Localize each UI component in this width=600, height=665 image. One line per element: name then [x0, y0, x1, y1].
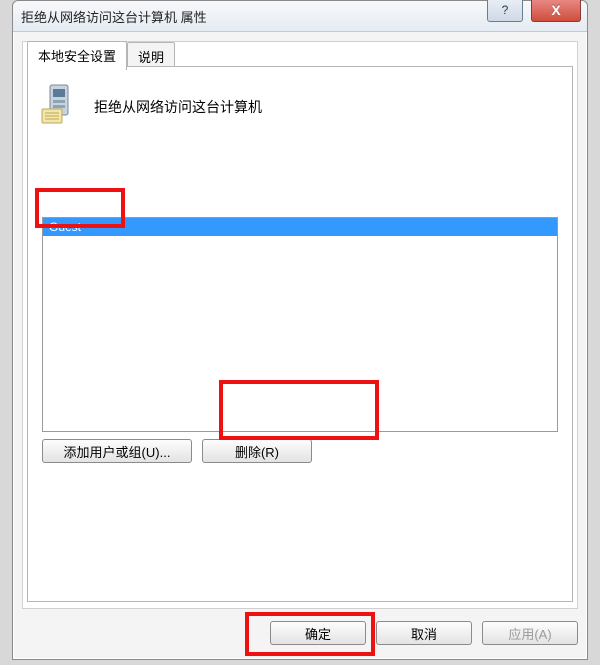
tab-local-security[interactable]: 本地安全设置 [27, 41, 127, 70]
window-buttons: ? X [487, 0, 581, 22]
button-label: 删除(R) [235, 442, 279, 461]
window-title: 拒绝从网络访问这台计算机 属性 [21, 7, 207, 26]
policy-header: 拒绝从网络访问这台计算机 [40, 83, 262, 130]
help-button[interactable]: ? [487, 0, 523, 22]
button-label: 确定 [305, 624, 331, 643]
close-button[interactable]: X [531, 0, 581, 22]
apply-button[interactable]: 应用(A) [482, 621, 578, 645]
ok-button[interactable]: 确定 [270, 621, 366, 645]
policy-title: 拒绝从网络访问这台计算机 [94, 97, 262, 117]
tab-page-local-security: 拒绝从网络访问这台计算机 Guest 添加用户或组(U)... 删除(R) [27, 66, 573, 602]
help-icon: ? [502, 3, 509, 17]
dialog-window: 拒绝从网络访问这台计算机 属性 ? X 本地安全设置 说明 [12, 0, 588, 660]
policy-icon [40, 83, 82, 130]
add-user-button[interactable]: 添加用户或组(U)... [42, 439, 192, 463]
button-label: 取消 [411, 624, 437, 643]
tab-label: 本地安全设置 [38, 49, 116, 64]
tab-label: 说明 [138, 50, 164, 65]
remove-button[interactable]: 删除(R) [202, 439, 312, 463]
dialog-button-bar: 确定 取消 应用(A) [22, 615, 578, 651]
list-button-row: 添加用户或组(U)... 删除(R) [42, 439, 558, 463]
titlebar[interactable]: 拒绝从网络访问这台计算机 属性 ? X [13, 1, 587, 32]
close-icon: X [551, 2, 560, 18]
list-item[interactable]: Guest [43, 218, 557, 236]
list-item-label: Guest [49, 220, 81, 234]
user-list[interactable]: Guest [42, 217, 558, 432]
cancel-button[interactable]: 取消 [376, 621, 472, 645]
client-area: 本地安全设置 说明 [22, 41, 578, 609]
button-label: 应用(A) [508, 624, 551, 643]
button-label: 添加用户或组(U)... [64, 442, 171, 461]
